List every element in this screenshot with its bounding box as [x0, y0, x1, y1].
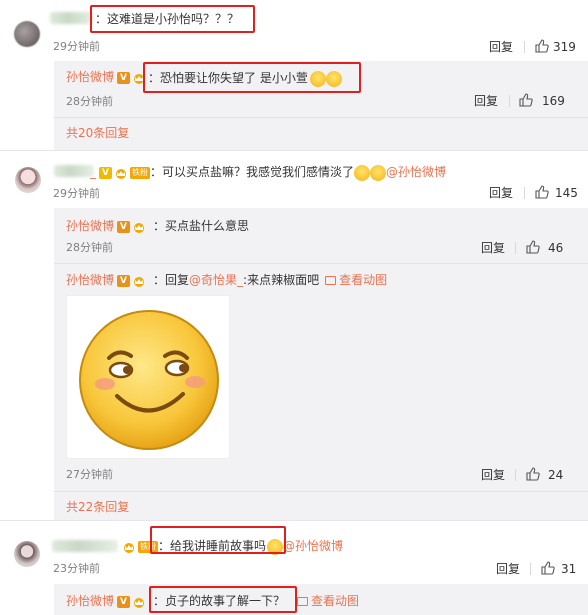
crown-icon [124, 542, 134, 553]
reply-button[interactable]: 回复 [474, 94, 498, 108]
timestamp: 28分钟前 [66, 95, 113, 108]
timestamp: 23分钟前 [53, 562, 100, 575]
timestamp: 27分钟前 [66, 468, 113, 481]
like-count: 46 [548, 241, 564, 255]
mention-link[interactable]: @奇怡果_ [189, 273, 243, 287]
like-icon[interactable] [519, 93, 533, 107]
fan-badge: 铁粉 [130, 166, 150, 179]
like-icon[interactable] [526, 240, 540, 254]
divider [54, 117, 588, 118]
comment-divider [0, 150, 588, 151]
highlight-box [90, 5, 255, 33]
timestamp: 29分钟前 [53, 187, 100, 200]
like-count: 319 [553, 40, 576, 54]
mention-link[interactable]: @孙怡微博 [283, 539, 343, 553]
reply-button[interactable]: 回复 [489, 186, 513, 200]
mention-link[interactable]: @孙怡微博 [386, 165, 446, 179]
crown-icon [116, 168, 126, 179]
divider [524, 187, 525, 199]
reply-text: ：买点盐什么意思 [153, 219, 250, 233]
username-blurred[interactable] [52, 540, 118, 552]
comment-divider [0, 520, 588, 521]
avatar[interactable] [14, 21, 40, 47]
like-count: 145 [555, 186, 578, 200]
highlight-box [149, 586, 297, 613]
view-animation-link[interactable]: 查看动图 [339, 273, 387, 287]
divider [515, 469, 516, 481]
reply-button[interactable]: 回复 [496, 562, 520, 576]
like-count: 24 [548, 468, 564, 482]
reply-user[interactable]: 孙怡微博 V [66, 593, 146, 609]
avatar[interactable] [15, 167, 41, 193]
reply-user[interactable]: 孙怡微博 V [66, 218, 146, 234]
divider [524, 41, 525, 53]
smiley-face-icon [79, 310, 219, 450]
like-icon[interactable] [535, 39, 549, 53]
image-icon [325, 276, 337, 285]
more-replies-link[interactable]: 共22条回复 [66, 500, 129, 514]
divider [530, 563, 531, 575]
reply-button[interactable]: 回复 [489, 40, 513, 54]
comment-text: _ V 铁粉 ：可以买点盐嘛？我感觉我们感情淡了 @孙怡微博 [90, 164, 447, 181]
verified-badge: V [117, 71, 131, 84]
crown-icon [134, 597, 145, 608]
divider [509, 95, 510, 107]
verified-badge: V [99, 166, 112, 179]
divider [54, 491, 588, 492]
avatar[interactable] [14, 541, 40, 567]
reply-text: ：回复@奇怡果_:来点辣椒面吧 查看动图 [153, 273, 388, 287]
reply-button[interactable]: 回复 [481, 241, 505, 255]
timestamp: 29分钟前 [53, 40, 100, 53]
reply-user[interactable]: 孙怡微博 V [66, 272, 146, 288]
reply-user[interactable]: 孙怡微博 V [66, 69, 146, 85]
divider [515, 242, 516, 254]
timestamp: 28分钟前 [66, 241, 113, 254]
username-blurred[interactable] [50, 12, 94, 24]
more-replies-link[interactable]: 共20条回复 [66, 126, 129, 140]
like-icon[interactable] [526, 467, 540, 481]
highlight-box [143, 62, 361, 93]
view-animation-link[interactable]: 查看动图 [311, 594, 359, 608]
like-count: 169 [542, 94, 565, 108]
verified-badge: V [117, 274, 131, 287]
like-count: 31 [561, 562, 577, 576]
crying-emoji [370, 164, 387, 181]
crying-emoji [354, 164, 371, 181]
reply-button[interactable]: 回复 [481, 468, 505, 482]
verified-badge: V [117, 595, 131, 608]
highlight-box [150, 526, 286, 554]
like-icon[interactable] [535, 185, 549, 199]
crown-icon [134, 276, 145, 287]
divider [54, 263, 588, 264]
crown-icon [134, 222, 145, 233]
username-blurred[interactable] [54, 165, 94, 177]
like-icon[interactable] [541, 561, 555, 575]
smiley-sticker-image[interactable] [66, 295, 230, 459]
image-icon [297, 597, 309, 606]
verified-badge: V [117, 220, 131, 233]
